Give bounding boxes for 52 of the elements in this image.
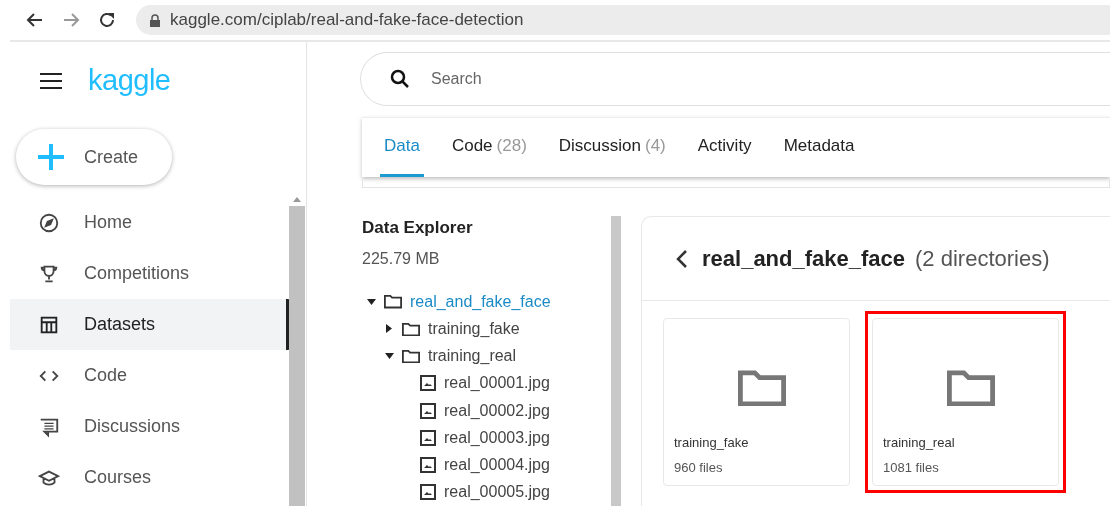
folder-icon — [402, 321, 420, 337]
folder-icon — [402, 348, 420, 364]
tab[interactable]: Data — [380, 117, 424, 177]
tree-item[interactable]: real_00004.jpg — [444, 456, 550, 475]
image-file-icon — [420, 429, 436, 446]
tree-item[interactable]: real_00002.jpg — [444, 401, 550, 420]
search-icon — [390, 69, 410, 89]
image-file-icon — [420, 375, 436, 392]
tab[interactable]: Metadata — [779, 117, 859, 177]
directory-title: real_and_fake_face — [702, 245, 906, 272]
file-count: 960 files — [674, 460, 724, 475]
folder-card[interactable]: training_real 1081 files — [872, 318, 1059, 486]
scroll-up-icon[interactable] — [293, 197, 301, 202]
sidebar-item[interactable]: Courses — [10, 452, 290, 503]
sidebar-item[interactable]: Home — [10, 197, 290, 248]
url-text: kaggle.com/ciplab/real-and-fake-face-detection — [170, 10, 524, 30]
image-file-icon — [420, 484, 436, 501]
sidebar-item[interactable]: Competitions — [10, 248, 290, 299]
scrollbar[interactable] — [611, 216, 621, 506]
directory-count: (2 directories) — [915, 245, 1050, 272]
compass-icon — [38, 211, 60, 234]
search-field[interactable]: Search — [360, 52, 1110, 106]
image-file-icon — [420, 402, 436, 419]
back-chevron-icon[interactable] — [676, 248, 688, 269]
sidebar-item[interactable]: Code — [10, 350, 290, 401]
tree-item[interactable]: real_and_fake_face — [410, 292, 551, 311]
lock-icon — [150, 13, 160, 27]
sidebar-item[interactable]: Datasets — [10, 299, 290, 350]
address-bar[interactable]: kaggle.com/ciplab/real-and-fake-face-detection — [136, 5, 1110, 35]
folder-name: training_real — [883, 435, 956, 450]
folder-icon — [384, 294, 402, 309]
scrollbar-thumb[interactable] — [289, 206, 305, 506]
plus-icon — [36, 142, 66, 173]
image-file-icon — [420, 457, 436, 474]
tab[interactable]: Activity — [693, 117, 756, 177]
tab[interactable]: Discussion (4) — [554, 117, 670, 177]
folder-name: training_fake — [674, 435, 750, 450]
folder-card[interactable]: training_fake 960 files — [663, 318, 850, 486]
folder-icon — [737, 367, 786, 407]
sidebar-item[interactable]: Discussions — [10, 401, 290, 452]
dataset-size: 225.79 MB — [362, 250, 441, 268]
tree-item[interactable]: training_fake — [428, 319, 520, 338]
tree-item[interactable]: real_00003.jpg — [444, 428, 550, 447]
tree-item[interactable]: real_00001.jpg — [444, 374, 550, 393]
tree-item[interactable]: real_00005.jpg — [444, 483, 550, 502]
folder-icon — [946, 367, 995, 407]
file-count: 1081 files — [883, 460, 940, 475]
create-button[interactable]: Create — [16, 129, 172, 185]
section-title: Data Explorer — [362, 218, 474, 238]
menu-icon[interactable] — [40, 72, 62, 89]
tab[interactable]: Code (28) — [447, 117, 531, 177]
tree-item[interactable]: training_real — [428, 347, 517, 366]
